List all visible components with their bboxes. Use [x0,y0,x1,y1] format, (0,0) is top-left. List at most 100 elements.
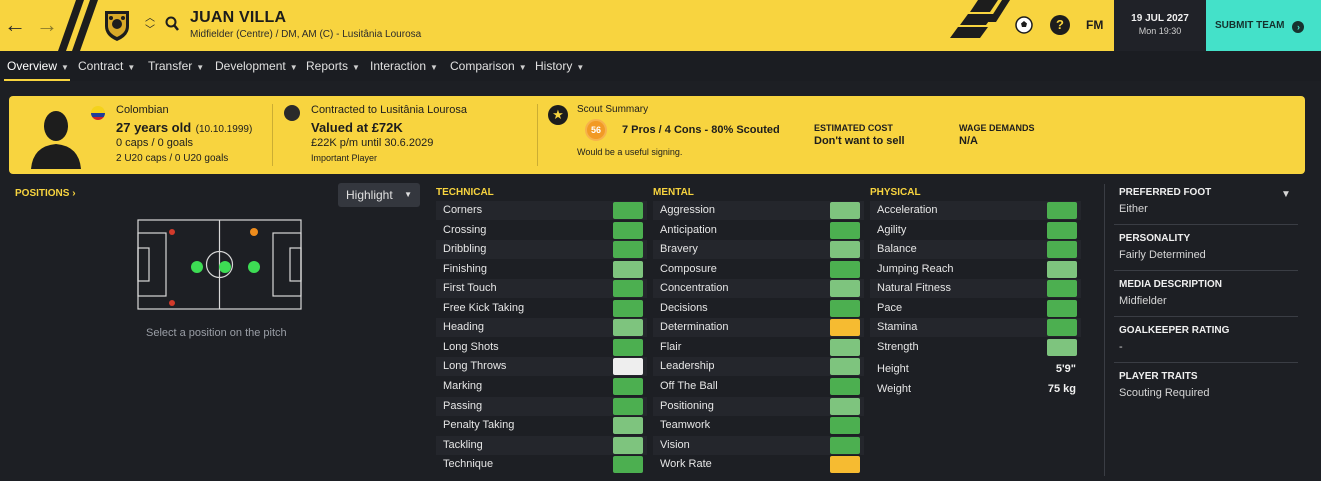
wage-demands-label: WAGE DEMANDS [959,123,1035,133]
attribute-row-corners[interactable]: Corners [436,201,647,220]
position-marker-amc [248,261,260,273]
attribute-row-natural-fitness[interactable]: Natural Fitness [870,279,1081,299]
search-icon[interactable] [165,16,179,32]
attribute-value-box [613,456,643,474]
attribute-row-passing[interactable]: Passing [436,396,647,416]
top-bar: ← → ︿ ﹀ JUAN VILLA Midfielder (Centre) / … [0,0,1321,51]
attribute-row-determination[interactable]: Determination [653,318,864,338]
attribute-row-concentration[interactable]: Concentration [653,279,864,299]
positions-title[interactable]: POSITIONS › [15,188,76,199]
attribute-row-technique[interactable]: Technique [436,455,647,474]
club-crest-icon[interactable] [102,8,132,42]
attribute-value-box [830,260,860,278]
attribute-name: Free Kick Taking [443,301,525,314]
attribute-row-composure[interactable]: Composure [653,260,864,279]
attribute-name: Flair [660,340,682,353]
active-tab-indicator [4,79,70,81]
attribute-row-marking[interactable]: Marking [436,377,647,396]
date-of-birth: (10.10.1999) [195,124,253,135]
estimated-cost: Don't want to sell [814,135,905,147]
age-row: 27 years old (10.10.1999) [116,119,252,137]
attribute-row-strength[interactable]: Strength [870,338,1081,357]
attribute-row-dribbling[interactable]: Dribbling [436,240,647,260]
tab-overview[interactable]: Overview ▼ [7,59,69,73]
attribute-name: Bravery [660,243,698,256]
attribute-value-box [613,202,643,219]
attribute-row-off-the-ball[interactable]: Off The Ball [653,377,864,396]
attribute-value-box [613,280,643,298]
date-display[interactable]: 19 JUL 2027 Mon 19:30 [1114,0,1206,51]
attribute-row-pace[interactable]: Pace [870,299,1081,318]
attribute-value-box [830,417,860,435]
attribute-row-first-touch[interactable]: First Touch [436,279,647,299]
details-separator [1114,224,1298,225]
tab-reports[interactable]: Reports ▼ [306,59,360,73]
attribute-row-finishing[interactable]: Finishing [436,260,647,279]
player-switch-icon[interactable]: ︿ ﹀ [144,13,156,37]
fm-logo[interactable]: FM [1086,18,1103,32]
weight-value: 75 kg [1047,382,1076,395]
attribute-row-penalty-taking[interactable]: Penalty Taking [436,416,647,435]
attribute-row-agility[interactable]: Agility [870,221,1081,240]
attribute-row-crossing[interactable]: Crossing [436,221,647,240]
highlight-dropdown[interactable]: Highlight ▼ [338,183,420,207]
attribute-value-box [1047,202,1077,219]
chevron-down-icon[interactable]: ▼ [1281,189,1291,200]
position-marker-dl [169,229,175,235]
help-icon[interactable]: ? [1050,15,1070,35]
chevron-down-icon: ▼ [518,63,527,72]
attribute-row-heading[interactable]: Heading [436,318,647,338]
attribute-row-jumping-reach[interactable]: Jumping Reach [870,260,1081,279]
tab-development[interactable]: Development ▼ [215,59,298,73]
attribute-name: Off The Ball [660,379,718,392]
chevron-down-icon: ▼ [127,63,136,72]
attribute-row-long-throws[interactable]: Long Throws [436,357,647,377]
attribute-value-box [830,280,860,298]
ball-icon[interactable] [1014,15,1034,35]
chevron-down-icon: ▼ [404,190,412,199]
scout-rating-badge[interactable]: 56 [585,119,607,141]
attribute-name: Corners [443,204,483,216]
attribute-row-flair[interactable]: Flair [653,338,864,357]
arrow-right-icon[interactable]: → [36,12,58,38]
player-name: JUAN VILLA [190,9,287,26]
tab-interaction[interactable]: Interaction ▼ [370,59,438,73]
attribute-row-leadership[interactable]: Leadership [653,357,864,377]
goalkeeper-rating-label: GOALKEEPER RATING [1119,325,1230,336]
attribute-row-free-kick-taking[interactable]: Free Kick Taking [436,299,647,318]
attribute-row-vision[interactable]: Vision [653,435,864,455]
details-divider [1104,184,1105,476]
tab-transfer[interactable]: Transfer ▼ [148,59,204,73]
preferred-foot-label: PREFERRED FOOT [1119,187,1212,198]
position-pitch[interactable] [137,219,302,310]
attribute-row-decisions[interactable]: Decisions [653,299,864,318]
mental-title: MENTAL [653,187,694,198]
tab-contract[interactable]: Contract ▼ [78,59,135,73]
club-icon[interactable] [284,105,300,121]
attribute-row-work-rate[interactable]: Work Rate [653,455,864,474]
tab-comparison[interactable]: Comparison ▼ [450,59,527,73]
player-silhouette-icon [31,111,81,169]
scout-summary[interactable]: 7 Pros / 4 Cons - 80% Scouted [622,124,780,136]
attribute-row-long-shots[interactable]: Long Shots [436,338,647,357]
attribute-row-aggression[interactable]: Aggression [653,201,864,220]
attribute-value-box [830,358,860,376]
attribute-row-acceleration[interactable]: Acceleration [870,201,1081,220]
estimated-cost-label: ESTIMATED COST [814,123,893,133]
arrow-left-icon[interactable]: ← [4,12,26,38]
submit-team-button[interactable]: SUBMIT TEAM › [1206,0,1321,51]
weight-label: Weight [877,382,912,395]
attribute-row-teamwork[interactable]: Teamwork [653,416,864,435]
attribute-row-positioning[interactable]: Positioning [653,396,864,416]
attribute-row-anticipation[interactable]: Anticipation [653,221,864,240]
attribute-row-bravery[interactable]: Bravery [653,240,864,260]
nationality: Colombian [116,104,169,116]
attribute-row-stamina[interactable]: Stamina [870,318,1081,338]
goalkeeper-rating-value: - [1119,341,1123,353]
contract-label[interactable]: Contracted to Lusitânia Lourosa [311,104,467,116]
attribute-row-balance[interactable]: Balance [870,240,1081,260]
attribute-row-tackling[interactable]: Tackling [436,435,647,455]
attribute-name: Balance [877,243,917,256]
attribute-value-box [613,221,643,239]
tab-history[interactable]: History ▼ [535,59,584,73]
